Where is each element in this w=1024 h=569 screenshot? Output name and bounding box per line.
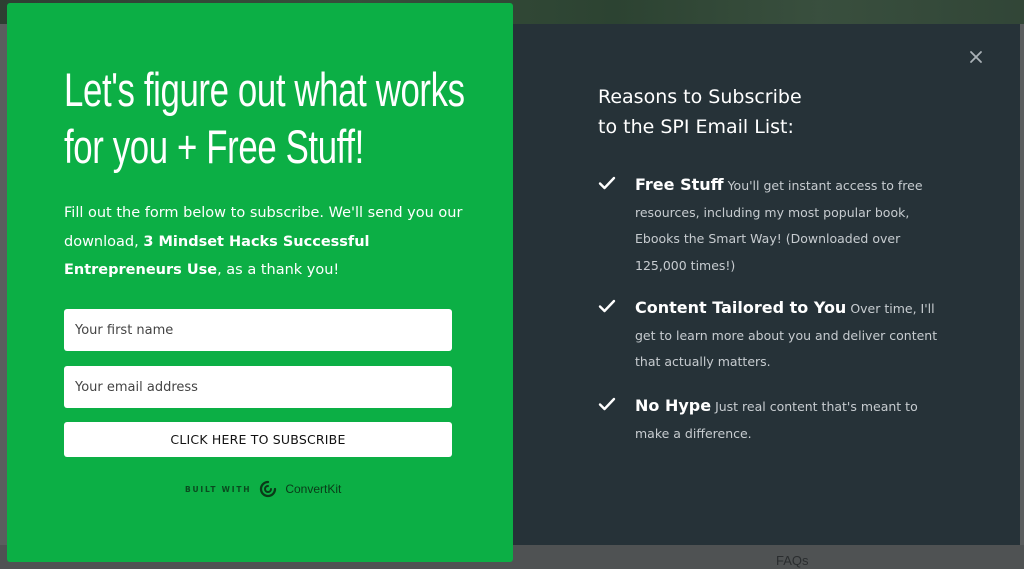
intro-text-end: , as a thank you! xyxy=(217,262,340,278)
close-button[interactable] xyxy=(966,47,986,67)
checkmark-icon xyxy=(598,176,616,190)
faqs-link[interactable]: FAQs xyxy=(776,553,809,568)
reasons-heading: Reasons to Subscribe to the SPI Email Lis… xyxy=(598,82,898,142)
reasons-heading-line2: to the SPI Email List: xyxy=(598,116,794,138)
email-input[interactable] xyxy=(64,366,452,408)
reason-text: Free Stuff You'll get instant access to … xyxy=(635,172,945,279)
reason-text: Content Tailored to You Over time, I'll … xyxy=(635,295,945,376)
subscribe-button[interactable]: CLICK HERE TO SUBSCRIBE xyxy=(64,422,452,457)
modal-intro: Fill out the form below to subscribe. We… xyxy=(64,199,474,285)
reason-title: Content Tailored to You xyxy=(635,298,847,317)
reason-text: No Hype Just real content that's meant t… xyxy=(635,393,945,447)
convertkit-logo-icon xyxy=(260,480,277,498)
signup-panel: Let's figure out what works for you + Fr… xyxy=(7,3,513,562)
built-with-label: BUILT WITH xyxy=(185,484,252,494)
convertkit-brand: ConvertKit xyxy=(285,482,342,496)
first-name-input[interactable] xyxy=(64,309,452,351)
reason-title: Free Stuff xyxy=(635,175,724,194)
reason-title: No Hype xyxy=(635,396,712,415)
modal-headline: Let's figure out what works for you + Fr… xyxy=(64,63,465,173)
built-with-convertkit[interactable]: BUILT WITH ConvertKit xyxy=(185,478,341,500)
checkmark-icon xyxy=(598,299,616,313)
close-icon xyxy=(970,51,982,63)
reasons-heading-line1: Reasons to Subscribe xyxy=(598,86,802,108)
checkmark-icon xyxy=(598,397,616,411)
